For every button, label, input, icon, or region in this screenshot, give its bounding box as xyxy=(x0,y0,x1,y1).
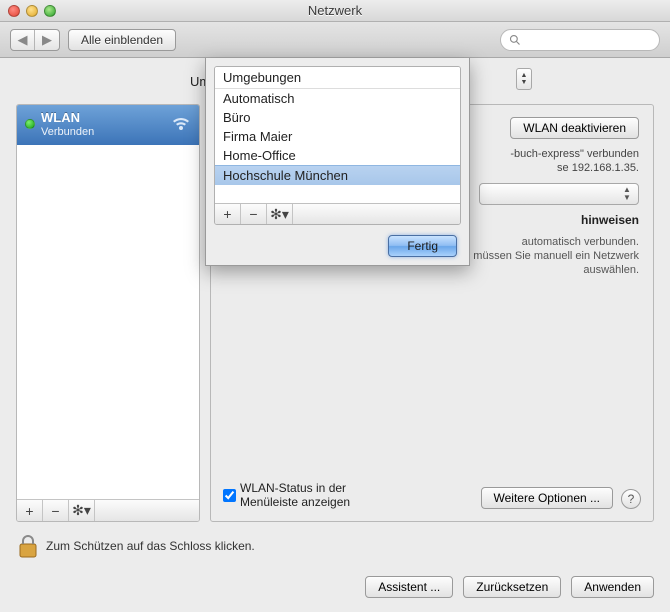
more-options-button[interactable]: Weitere Optionen ... xyxy=(481,487,614,509)
location-dropdown-arrows[interactable]: ▲▼ xyxy=(516,68,532,90)
locations-header: Umgebungen xyxy=(215,67,460,89)
show-status-checkbox-row[interactable]: WLAN-Status in der Menüleiste anzeigen xyxy=(223,481,350,509)
connection-info: -buch-express" verbunden se 192.168.1.35… xyxy=(510,147,639,175)
locations-footer: + − ✻▾ xyxy=(215,203,460,224)
wifi-icon xyxy=(171,115,191,133)
location-item[interactable]: Firma Maier xyxy=(215,127,460,146)
toolbar: ◀ ▶ Alle einblenden xyxy=(0,22,670,58)
bottom-buttons: Assistent ... Zurücksetzen Anwenden xyxy=(365,576,654,598)
location-options-button[interactable]: ✻▾ xyxy=(267,204,293,224)
status-dot-icon xyxy=(25,119,35,129)
add-interface-button[interactable]: + xyxy=(17,500,43,521)
show-status-label: WLAN-Status in der Menüleiste anzeigen xyxy=(240,481,350,509)
interface-status: Verbunden xyxy=(41,125,94,139)
sidebar-footer: + − ✻▾ xyxy=(17,499,199,521)
interfaces-sidebar: WLAN Verbunden + − ✻▾ xyxy=(16,104,200,522)
lock-text: Zum Schützen auf das Schloss klicken. xyxy=(46,539,255,553)
location-item[interactable]: Home-Office xyxy=(215,146,460,165)
window-titlebar: Netzwerk xyxy=(0,0,670,22)
assistant-button[interactable]: Assistent ... xyxy=(365,576,453,598)
lock-row[interactable]: Zum Schützen auf das Schloss klicken. xyxy=(16,532,255,560)
show-all-button[interactable]: Alle einblenden xyxy=(68,29,176,51)
remove-location-button[interactable]: − xyxy=(241,204,267,224)
hint-title: hinweisen xyxy=(581,213,639,227)
network-name-dropdown[interactable]: ▲▼ xyxy=(479,183,639,205)
interface-options-button[interactable]: ✻▾ xyxy=(69,500,95,521)
location-item[interactable]: Automatisch xyxy=(215,89,460,108)
show-status-checkbox[interactable] xyxy=(223,489,236,502)
back-button[interactable]: ◀ xyxy=(11,30,35,50)
location-item-selected[interactable]: Hochschule München xyxy=(215,165,460,185)
search-input[interactable] xyxy=(500,29,660,51)
add-location-button[interactable]: + xyxy=(215,204,241,224)
done-button[interactable]: Fertig xyxy=(388,235,457,257)
wlan-deactivate-button[interactable]: WLAN deaktivieren xyxy=(510,117,639,139)
window-title: Netzwerk xyxy=(0,3,670,18)
location-item[interactable]: Büro xyxy=(215,108,460,127)
apply-button[interactable]: Anwenden xyxy=(571,576,654,598)
locations-popover: Umgebungen Automatisch Büro Firma Maier … xyxy=(205,58,470,266)
help-button[interactable]: ? xyxy=(621,489,641,509)
revert-button[interactable]: Zurücksetzen xyxy=(463,576,561,598)
lock-icon xyxy=(16,532,40,560)
sidebar-item-wlan[interactable]: WLAN Verbunden xyxy=(17,105,199,145)
interface-name: WLAN xyxy=(41,111,94,125)
forward-button[interactable]: ▶ xyxy=(35,30,59,50)
locations-list: Umgebungen Automatisch Büro Firma Maier … xyxy=(214,66,461,225)
remove-interface-button[interactable]: − xyxy=(43,500,69,521)
search-icon xyxy=(509,34,521,46)
nav-back-forward[interactable]: ◀ ▶ xyxy=(10,29,60,51)
